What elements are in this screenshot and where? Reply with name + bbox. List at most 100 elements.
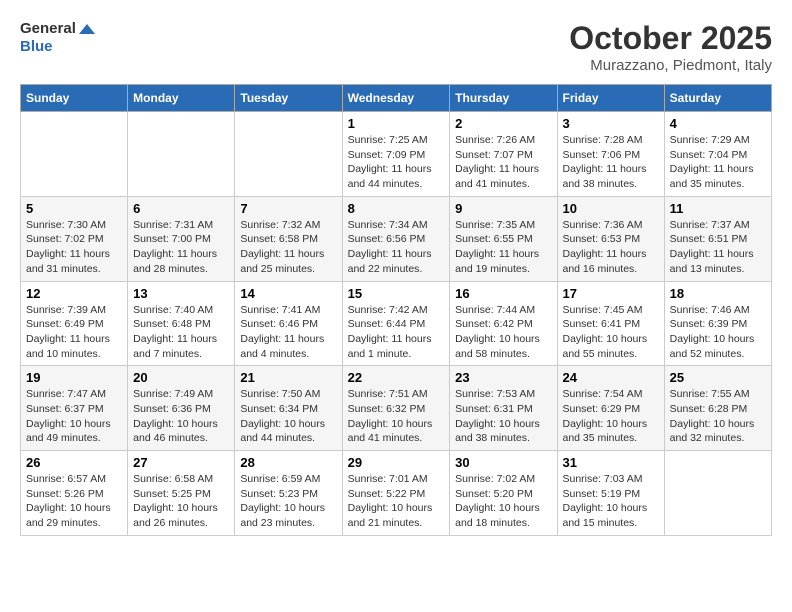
day-info: Sunrise: 7:41 AM Sunset: 6:46 PM Dayligh… (240, 303, 336, 362)
day-info: Sunrise: 6:57 AM Sunset: 5:26 PM Dayligh… (26, 472, 122, 531)
day-header: Thursday (450, 85, 557, 112)
day-number: 10 (563, 201, 659, 216)
calendar-cell: 20 Sunrise: 7:49 AM Sunset: 6:36 PM Dayli… (128, 366, 235, 451)
day-info: Sunrise: 7:54 AM Sunset: 6:29 PM Dayligh… (563, 387, 659, 446)
day-number: 24 (563, 370, 659, 385)
calendar-cell: 6Sunrise: 7:31 AM Sunset: 7:00 PM Daylig… (128, 196, 235, 281)
day-number: 11 (670, 201, 766, 216)
day-number: 9 (455, 201, 551, 216)
calendar-cell: 2 Sunrise: 7:26 AM Sunset: 7:07 PM Daylig… (450, 112, 557, 197)
day-number: 4 (670, 116, 766, 131)
day-info: Sunrise: 7:30 AM Sunset: 7:02 PM Dayligh… (26, 218, 122, 277)
day-number: 19 (26, 370, 122, 385)
day-info: Sunrise: 7:28 AM Sunset: 7:06 PM Dayligh… (563, 133, 659, 192)
calendar-cell: 1 Sunrise: 7:25 AM Sunset: 7:09 PM Daylig… (342, 112, 450, 197)
day-info: Sunrise: 7:53 AM Sunset: 6:31 PM Dayligh… (455, 387, 551, 446)
day-info: Sunrise: 7:49 AM Sunset: 6:36 PM Dayligh… (133, 387, 229, 446)
day-info: Sunrise: 7:29 AM Sunset: 7:04 PM Dayligh… (670, 133, 766, 192)
day-info: Sunrise: 7:51 AM Sunset: 6:32 PM Dayligh… (348, 387, 445, 446)
calendar-cell: 12 Sunrise: 7:39 AM Sunset: 6:49 PM Dayli… (21, 281, 128, 366)
day-info: Sunrise: 7:45 AM Sunset: 6:41 PM Dayligh… (563, 303, 659, 362)
calendar-week-row: 5 Sunrise: 7:30 AM Sunset: 7:02 PM Daylig… (21, 196, 772, 281)
day-info: Sunrise: 7:34 AM Sunset: 6:56 PM Dayligh… (348, 218, 445, 277)
calendar-cell: 17 Sunrise: 7:45 AM Sunset: 6:41 PM Dayli… (557, 281, 664, 366)
calendar-cell: 11 Sunrise: 7:37 AM Sunset: 6:51 PM Dayli… (664, 196, 771, 281)
calendar-cell: 23Sunrise: 7:53 AM Sunset: 6:31 PM Dayli… (450, 366, 557, 451)
day-header: Saturday (664, 85, 771, 112)
calendar-cell: 5 Sunrise: 7:30 AM Sunset: 7:02 PM Daylig… (21, 196, 128, 281)
day-info: Sunrise: 7:36 AM Sunset: 6:53 PM Dayligh… (563, 218, 659, 277)
day-header: Wednesday (342, 85, 450, 112)
day-number: 30 (455, 455, 551, 470)
calendar-cell (235, 112, 342, 197)
calendar-cell (664, 451, 771, 536)
day-number: 3 (563, 116, 659, 131)
day-number: 28 (240, 455, 336, 470)
page-header: General Blue October 2025 Murazzano, Pie… (20, 20, 772, 74)
day-number: 5 (26, 201, 122, 216)
day-number: 2 (455, 116, 551, 131)
day-info: Sunrise: 7:25 AM Sunset: 7:09 PM Dayligh… (348, 133, 445, 192)
calendar-cell: 16 Sunrise: 7:44 AM Sunset: 6:42 PM Dayli… (450, 281, 557, 366)
day-header: Sunday (21, 85, 128, 112)
day-number: 1 (348, 116, 445, 131)
day-number: 17 (563, 286, 659, 301)
day-info: Sunrise: 7:42 AM Sunset: 6:44 PM Dayligh… (348, 303, 445, 362)
calendar-week-row: 26 Sunrise: 6:57 AM Sunset: 5:26 PM Dayli… (21, 451, 772, 536)
calendar-cell: 15Sunrise: 7:42 AM Sunset: 6:44 PM Dayli… (342, 281, 450, 366)
day-number: 16 (455, 286, 551, 301)
day-number: 13 (133, 286, 229, 301)
day-info: Sunrise: 7:35 AM Sunset: 6:55 PM Dayligh… (455, 218, 551, 277)
title-section: October 2025 Murazzano, Piedmont, Italy (569, 20, 772, 74)
calendar-cell: 8 Sunrise: 7:34 AM Sunset: 6:56 PM Daylig… (342, 196, 450, 281)
day-info: Sunrise: 7:01 AM Sunset: 5:22 PM Dayligh… (348, 472, 445, 531)
day-info: Sunrise: 7:03 AM Sunset: 5:19 PM Dayligh… (563, 472, 659, 531)
day-number: 12 (26, 286, 122, 301)
day-info: Sunrise: 7:32 AM Sunset: 6:58 PM Dayligh… (240, 218, 336, 277)
day-info: Sunrise: 7:50 AM Sunset: 6:34 PM Dayligh… (240, 387, 336, 446)
calendar-cell: 13Sunrise: 7:40 AM Sunset: 6:48 PM Dayli… (128, 281, 235, 366)
calendar-cell: 21 Sunrise: 7:50 AM Sunset: 6:34 PM Dayli… (235, 366, 342, 451)
day-info: Sunrise: 7:26 AM Sunset: 7:07 PM Dayligh… (455, 133, 551, 192)
day-info: Sunrise: 7:02 AM Sunset: 5:20 PM Dayligh… (455, 472, 551, 531)
day-info: Sunrise: 6:58 AM Sunset: 5:25 PM Dayligh… (133, 472, 229, 531)
calendar-week-row: 12 Sunrise: 7:39 AM Sunset: 6:49 PM Dayli… (21, 281, 772, 366)
day-info: Sunrise: 7:39 AM Sunset: 6:49 PM Dayligh… (26, 303, 122, 362)
day-header: Monday (128, 85, 235, 112)
calendar-cell: 25 Sunrise: 7:55 AM Sunset: 6:28 PM Dayli… (664, 366, 771, 451)
day-number: 25 (670, 370, 766, 385)
day-number: 7 (240, 201, 336, 216)
calendar-cell: 3 Sunrise: 7:28 AM Sunset: 7:06 PM Daylig… (557, 112, 664, 197)
calendar-cell: 4 Sunrise: 7:29 AM Sunset: 7:04 PM Daylig… (664, 112, 771, 197)
day-info: Sunrise: 7:37 AM Sunset: 6:51 PM Dayligh… (670, 218, 766, 277)
calendar-cell: 7 Sunrise: 7:32 AM Sunset: 6:58 PM Daylig… (235, 196, 342, 281)
calendar-cell: 29Sunrise: 7:01 AM Sunset: 5:22 PM Dayli… (342, 451, 450, 536)
day-number: 31 (563, 455, 659, 470)
calendar-cell: 18 Sunrise: 7:46 AM Sunset: 6:39 PM Dayli… (664, 281, 771, 366)
day-number: 27 (133, 455, 229, 470)
day-number: 8 (348, 201, 445, 216)
day-info: Sunrise: 7:31 AM Sunset: 7:00 PM Dayligh… (133, 218, 229, 277)
calendar-cell: 31 Sunrise: 7:03 AM Sunset: 5:19 PM Dayli… (557, 451, 664, 536)
day-info: Sunrise: 7:44 AM Sunset: 6:42 PM Dayligh… (455, 303, 551, 362)
day-number: 22 (348, 370, 445, 385)
calendar-week-row: 1 Sunrise: 7:25 AM Sunset: 7:09 PM Daylig… (21, 112, 772, 197)
calendar-cell (21, 112, 128, 197)
calendar-cell: 14 Sunrise: 7:41 AM Sunset: 6:46 PM Dayli… (235, 281, 342, 366)
day-number: 21 (240, 370, 336, 385)
calendar-table: SundayMondayTuesdayWednesdayThursdayFrid… (20, 84, 772, 536)
day-info: Sunrise: 7:46 AM Sunset: 6:39 PM Dayligh… (670, 303, 766, 362)
day-info: Sunrise: 6:59 AM Sunset: 5:23 PM Dayligh… (240, 472, 336, 531)
calendar-cell: 22 Sunrise: 7:51 AM Sunset: 6:32 PM Dayli… (342, 366, 450, 451)
day-info: Sunrise: 7:55 AM Sunset: 6:28 PM Dayligh… (670, 387, 766, 446)
month-title: October 2025 (569, 20, 772, 57)
day-info: Sunrise: 7:47 AM Sunset: 6:37 PM Dayligh… (26, 387, 122, 446)
day-number: 20 (133, 370, 229, 385)
day-number: 18 (670, 286, 766, 301)
calendar-cell: 24 Sunrise: 7:54 AM Sunset: 6:29 PM Dayli… (557, 366, 664, 451)
day-number: 14 (240, 286, 336, 301)
day-number: 26 (26, 455, 122, 470)
location: Murazzano, Piedmont, Italy (569, 57, 772, 74)
calendar-cell (128, 112, 235, 197)
calendar-cell: 26 Sunrise: 6:57 AM Sunset: 5:26 PM Dayli… (21, 451, 128, 536)
